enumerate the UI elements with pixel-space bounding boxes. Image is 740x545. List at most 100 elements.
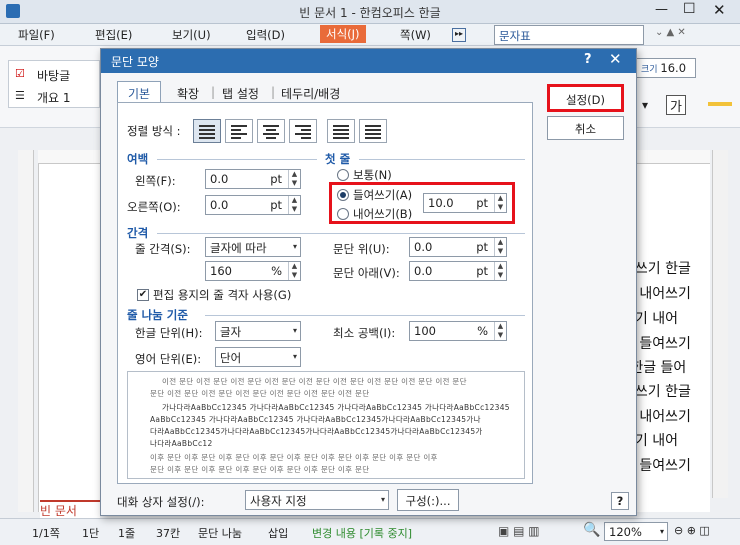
margin-right-input[interactable]: 0.0 pt ▲ ▼ [205, 195, 301, 215]
align-split-button[interactable] [359, 119, 387, 143]
preview-line: 문단 이후 문단 이후 문단 이후 문단 이후 문단 이후 문단 이후 문단 [150, 465, 370, 474]
zoom-controls[interactable]: ⊖ ⊕ ◫ [674, 524, 710, 537]
status-mode[interactable]: 삽입 [268, 525, 288, 541]
margin-left-input[interactable]: 0.0 pt ▲ ▼ [205, 169, 301, 189]
eng-unit-label: 영어 단위(E): [135, 352, 202, 366]
style-list-icon: ☰ [15, 89, 25, 102]
spacing-divider [157, 233, 525, 234]
first-line-outdent-label[interactable]: 내어쓰기(B) [353, 206, 412, 222]
preview-line: AaBbCc12345 가나다라AaBbCc12345 가나다라AaBbCc12… [150, 415, 481, 424]
min-space-input[interactable]: 100% ▲ ▼ [409, 321, 507, 341]
kor-unit-label: 한글 단위(H): [135, 326, 203, 340]
font-size-field[interactable]: 크기 16.0 [636, 58, 696, 78]
dialog-settings-combo[interactable]: 사용자 지정 ▾ [245, 490, 389, 510]
grid-checkbox-label[interactable]: 편집 용지의 줄 격자 사용(G) [153, 287, 291, 303]
align-left-button[interactable] [225, 119, 253, 143]
style-item-outline1[interactable]: 개요 1 [37, 89, 71, 106]
preview-line: 이전 문단 이전 문단 이전 문단 이전 문단 이전 문단 이전 문단 이전 문… [162, 377, 467, 386]
tab-basic[interactable]: 기본 [117, 81, 161, 103]
menu-page[interactable]: 쪽(W) [400, 27, 431, 43]
dialog-close-button[interactable]: ✕ [609, 50, 622, 68]
status-bar: 1/1쪽 1단 1줄 37칸 문단 나눔 삽입 변경 내용 [기록 중지] ▣ … [0, 518, 740, 545]
menu-edit[interactable]: 편집(E) [95, 27, 132, 43]
spacing-heading: 간격 [127, 226, 149, 240]
status-break: 문단 나눔 [198, 527, 242, 540]
status-col: 37칸 [156, 527, 181, 540]
align-right-button[interactable] [289, 119, 317, 143]
wrap-heading: 줄 나눔 기준 [127, 308, 188, 322]
first-line-value-input[interactable]: 10.0 pt ▲ ▼ [423, 193, 507, 213]
ok-button[interactable]: 설정(D) [547, 84, 624, 112]
window-titlebar: 빈 문서 1 - 한컴오피스 한글 — ☐ ✕ [0, 0, 740, 24]
preview-line: 다라AaBbCc12345가나다라AaBbCc12345가나다라AaBbCc12… [150, 427, 483, 436]
minimize-button[interactable]: — [655, 2, 668, 17]
zoom-combo[interactable]: 120% ▾ [604, 522, 668, 541]
tab-extended[interactable]: 확장 [177, 85, 199, 102]
doc-tab[interactable]: 빈 문서 [40, 500, 100, 518]
margin-divider [157, 159, 317, 160]
tab-border[interactable]: 테두리/배경 [281, 85, 340, 102]
tab-sep2: | [271, 85, 276, 99]
status-track-changes[interactable]: 변경 내용 [기록 중지] [312, 525, 412, 541]
preview-line: 나다라AaBbCc12 [150, 439, 213, 448]
tab-sep: | [211, 85, 216, 99]
align-label: 정렬 방식 : [127, 124, 181, 138]
first-line-heading: 첫 줄 [325, 152, 351, 166]
kor-unit-combo[interactable]: 글자 ▾ [215, 321, 301, 341]
color-dropdown-icon[interactable]: ▾ [642, 98, 648, 112]
style-check-icon: ☑ [15, 67, 25, 80]
vertical-scrollbar[interactable] [712, 150, 728, 498]
align-center-button[interactable] [257, 119, 285, 143]
preview-line: 문단 이전 문단 이전 문단 이전 문단 이전 문단 이전 문단 이전 문단 [150, 389, 370, 398]
highlight-color-bar[interactable] [708, 102, 732, 106]
menu-insert[interactable]: 입력(D) [246, 27, 285, 43]
style-list[interactable]: ☑ 바탕글 ☰ 개요 1 [8, 60, 100, 108]
zoom-icon[interactable]: 🔍 [583, 522, 600, 538]
char-ga-button[interactable]: 가 [666, 95, 686, 115]
window-title: 빈 문서 1 - 한컴오피스 한글 [299, 6, 441, 20]
first-line-divider [359, 159, 525, 160]
dialog-title: 문단 모양 [111, 55, 159, 69]
align-distribute-button[interactable] [327, 119, 355, 143]
vertical-ruler [18, 150, 34, 512]
margin-right-label: 오른쪽(O): [127, 200, 181, 214]
line-spacing-value-input[interactable]: 160% ▲ ▼ [205, 261, 301, 281]
margin-left-label: 왼쪽(F): [135, 174, 176, 188]
view-mode-icons[interactable]: ▣ ▤ ▥ [498, 524, 540, 538]
status-line: 1줄 [118, 527, 136, 540]
grid-checkbox[interactable]: ✔ [137, 289, 149, 301]
space-above-input[interactable]: 0.0 pt ▲ ▼ [409, 237, 507, 257]
first-line-normal-radio[interactable] [337, 169, 349, 181]
ribbon-toggle-buttons[interactable]: ⌄ ▲ ✕ [655, 27, 686, 38]
eng-unit-combo[interactable]: 단어 ▾ [215, 347, 301, 367]
symbol-search-combo[interactable]: 문자표 [494, 25, 644, 45]
menu-view[interactable]: 보기(U) [172, 27, 211, 43]
more-menu-button[interactable]: ▸▸ [452, 28, 466, 42]
wrap-divider [205, 315, 525, 316]
first-line-normal-label[interactable]: 보통(N) [353, 167, 392, 183]
first-line-outdent-radio[interactable] [337, 208, 349, 220]
first-line-indent-label[interactable]: 들여쓰기(A) [353, 187, 412, 203]
align-justify-button[interactable] [193, 119, 221, 143]
preview-box: 이전 문단 이전 문단 이전 문단 이전 문단 이전 문단 이전 문단 이전 문… [127, 371, 525, 479]
margin-heading: 여백 [127, 152, 149, 166]
preview-line: 이후 문단 이후 문단 이후 문단 이후 문단 이후 문단 이후 문단 이후 문… [150, 453, 438, 462]
status-page: 1/1쪽 [32, 527, 60, 540]
maximize-button[interactable]: ☐ [683, 1, 696, 17]
dialog-config-button[interactable]: 구성(:)... [397, 489, 459, 511]
first-line-indent-radio[interactable] [337, 189, 349, 201]
cancel-button[interactable]: 취소 [547, 116, 624, 140]
dialog-footer-help-button[interactable]: ? [611, 492, 629, 510]
dialog-help-button[interactable]: ? [584, 52, 592, 67]
dialog-settings-label: 대화 상자 설정(/): [117, 495, 205, 509]
menu-format[interactable]: 서식(J) [320, 25, 366, 43]
close-window-button[interactable]: ✕ [713, 1, 726, 19]
dialog-titlebar: 문단 모양 ? ✕ [101, 49, 636, 73]
space-below-input[interactable]: 0.0 pt ▲ ▼ [409, 261, 507, 281]
space-below-label: 문단 아래(V): [333, 266, 400, 280]
style-item-normal[interactable]: 바탕글 [37, 67, 70, 84]
paragraph-shape-dialog: 문단 모양 ? ✕ 기본 확장 | 탭 설정 | 테두리/배경 정렬 방식 : … [100, 48, 637, 516]
line-spacing-type-combo[interactable]: 글자에 따라 ▾ [205, 237, 301, 257]
menu-file[interactable]: 파일(F) [18, 27, 55, 43]
tab-tab-settings[interactable]: 탭 설정 [222, 85, 259, 102]
